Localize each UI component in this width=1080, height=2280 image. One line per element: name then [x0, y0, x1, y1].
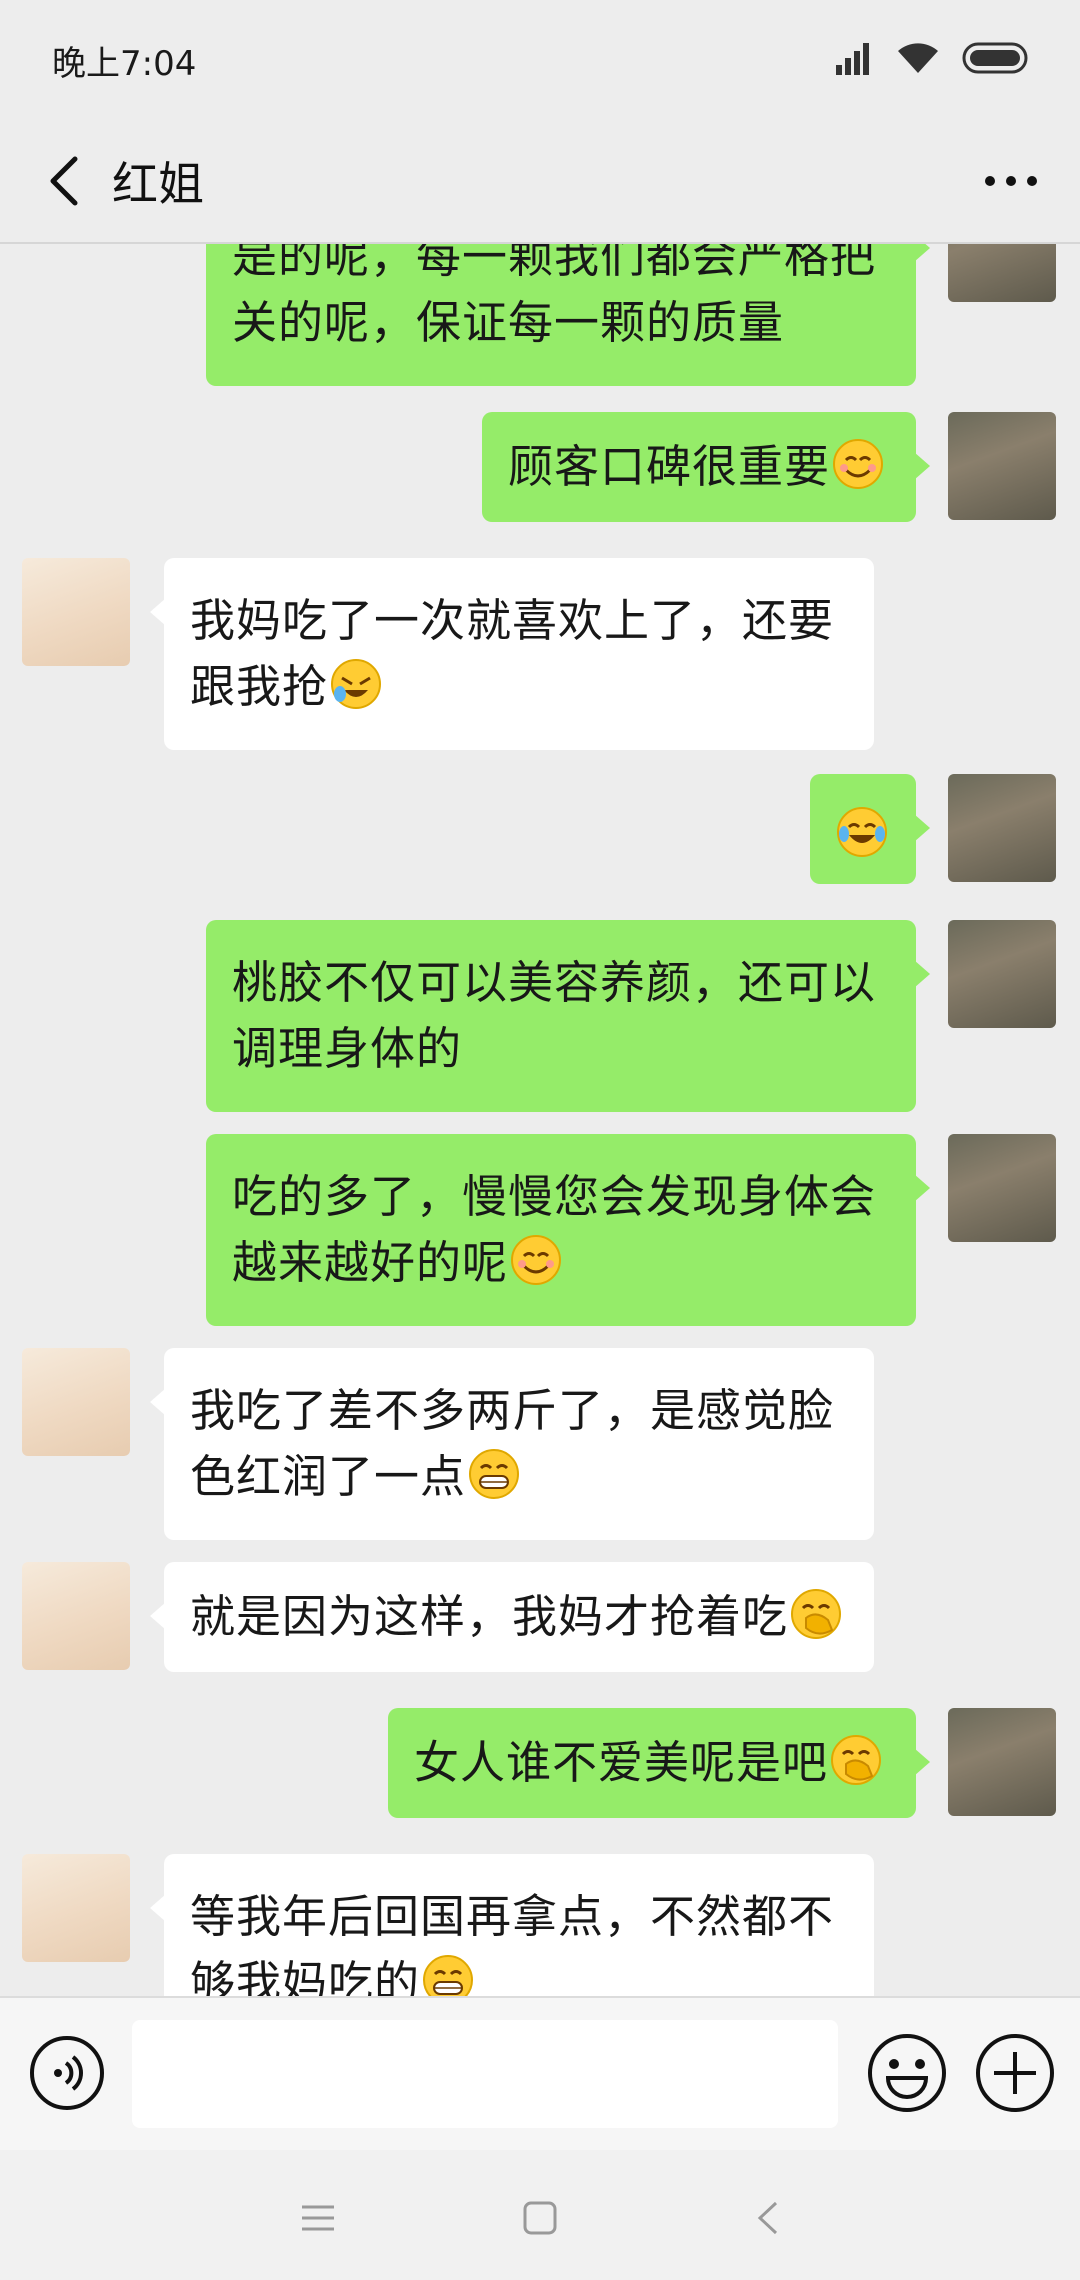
voice-icon: [30, 2036, 104, 2110]
contact-avatar[interactable]: [22, 1348, 130, 1456]
back-button[interactable]: [30, 146, 100, 216]
chat-header: 红姐: [0, 118, 1080, 244]
message-bubble[interactable]: 等我年后回国再拿点，不然都不够我妈吃的: [150, 1854, 874, 1996]
emoji-button[interactable]: [866, 2032, 948, 2114]
wifi-icon: [898, 43, 938, 73]
message-text: 等我年后回国再拿点，不然都不够我妈吃的: [190, 1890, 835, 1996]
message-bubble[interactable]: 就是因为这样，我妈才抢着吃: [150, 1562, 874, 1672]
message-bubble[interactable]: 顾客口碑很重要: [482, 412, 930, 522]
my-avatar[interactable]: [948, 1134, 1056, 1242]
message-bubble[interactable]: 我吃了差不多两斤了，是感觉脸色红润了一点: [150, 1348, 874, 1540]
signal-icon: [836, 43, 869, 75]
more-options-button[interactable]: [966, 146, 1056, 216]
hand-over-mouth-face-icon: [831, 1735, 882, 1785]
my-avatar[interactable]: [948, 774, 1056, 882]
system-navigation-bar: [0, 2150, 1080, 2280]
my-avatar[interactable]: [948, 412, 1056, 520]
contact-avatar[interactable]: [22, 1562, 130, 1670]
grinning-face-icon: [469, 1449, 520, 1499]
contact-avatar[interactable]: [22, 1854, 130, 1962]
message-text: 就是因为这样，我妈才抢着吃: [190, 1590, 789, 1643]
hand-over-mouth-face-icon: [791, 1589, 842, 1639]
message-text: 女人谁不爱美呢是吧: [414, 1736, 829, 1789]
my-avatar[interactable]: [948, 1708, 1056, 1816]
home-square-icon: [523, 2201, 557, 2235]
smiling-face-icon: [833, 439, 884, 489]
message-input-bar: [0, 1996, 1080, 2152]
tears-of-joy-face-icon: [837, 807, 887, 857]
message-list[interactable]: 是的呢，每一颗我们都会严格把关的呢，保证每一颗的质量 顾客口碑很重要 我妈吃了一…: [0, 244, 1080, 1996]
smiley-icon: [868, 2034, 946, 2112]
grinning-face-icon: [423, 1955, 474, 1996]
status-icons: [834, 38, 1032, 78]
menu-nav-button[interactable]: [288, 2188, 348, 2248]
chat-title: 红姐: [112, 157, 204, 211]
back-nav-button[interactable]: [738, 2188, 798, 2248]
my-avatar[interactable]: [948, 244, 1056, 302]
status-time: 晚上7:04: [52, 44, 197, 84]
message-text: 桃胶不仅可以美容养颜，还可以调理身体的: [232, 956, 877, 1075]
message-text: 我妈吃了一次就喜欢上了，还要跟我抢: [190, 594, 835, 713]
more-functions-button[interactable]: [974, 2032, 1056, 2114]
menu-icon: [302, 2205, 334, 2231]
message-bubble[interactable]: 桃胶不仅可以美容养颜，还可以调理身体的: [206, 920, 930, 1112]
laughing-crying-face-icon: [331, 659, 382, 709]
battery-icon: [962, 42, 1028, 74]
my-avatar[interactable]: [948, 920, 1056, 1028]
plus-icon: [976, 2034, 1054, 2112]
chevron-left-icon: [50, 156, 78, 206]
more-dots-icon: [985, 176, 1037, 186]
message-bubble[interactable]: 我妈吃了一次就喜欢上了，还要跟我抢: [150, 558, 874, 750]
message-input[interactable]: [132, 2020, 838, 2128]
back-triangle-icon: [757, 2201, 778, 2235]
message-bubble[interactable]: 吃的多了，慢慢您会发现身体会越来越好的呢: [206, 1134, 930, 1326]
voice-input-button[interactable]: [28, 2034, 106, 2112]
home-nav-button[interactable]: [510, 2188, 570, 2248]
message-text: 是的呢，每一颗我们都会严格把关的呢，保证每一颗的质量: [232, 244, 877, 349]
status-bar: 晚上7:04: [0, 0, 1080, 118]
contact-avatar[interactable]: [22, 558, 130, 666]
message-bubble[interactable]: 是的呢，每一颗我们都会严格把关的呢，保证每一颗的质量: [206, 244, 930, 386]
message-text: 顾客口碑很重要: [508, 440, 831, 493]
smiling-face-icon: [511, 1235, 562, 1285]
message-bubble[interactable]: [810, 774, 930, 884]
message-bubble[interactable]: 女人谁不爱美呢是吧: [388, 1708, 930, 1818]
